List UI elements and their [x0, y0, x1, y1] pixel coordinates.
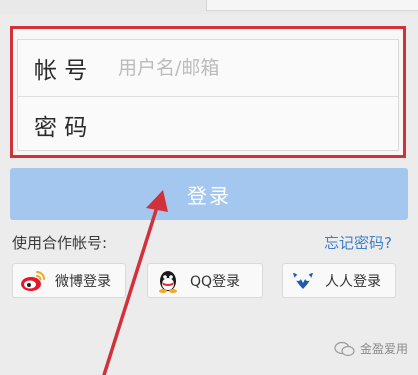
account-row: 帐 号: [18, 40, 398, 97]
renren-login-button[interactable]: 人人登录: [282, 263, 396, 298]
account-label: 帐 号: [18, 51, 114, 85]
password-label: 密 码: [18, 108, 114, 142]
qq-icon: [154, 267, 182, 295]
top-strip: [0, 0, 418, 14]
forgot-password-link[interactable]: 忘记密码?: [324, 232, 392, 253]
login-button[interactable]: 登录: [10, 168, 408, 220]
password-label-text: 密 码: [34, 115, 88, 141]
top-strip-card: [206, 0, 418, 11]
renren-icon: [289, 267, 317, 295]
account-label-text: 帐 号: [34, 58, 88, 84]
watermark: 金盈爱用: [334, 340, 408, 357]
login-page: 帐 号 密 码 登录 使用合作帐号: 忘记密码?: [0, 0, 418, 375]
login-button-label: 登录: [187, 183, 231, 208]
qq-login-label: QQ登录: [190, 273, 241, 290]
weibo-login-button[interactable]: 微博登录: [12, 263, 126, 298]
password-input[interactable]: [114, 105, 398, 145]
watermark-text: 金盈爱用: [359, 342, 408, 356]
partner-account-label: 使用合作帐号:: [12, 234, 108, 252]
qq-login-button[interactable]: QQ登录: [147, 263, 263, 298]
login-form-highlight: 帐 号 密 码: [10, 26, 406, 158]
weibo-login-label: 微博登录: [55, 273, 111, 290]
renren-login-label: 人人登录: [325, 273, 381, 290]
password-row: 密 码: [18, 97, 398, 153]
wechat-icon: [334, 341, 356, 357]
login-form: 帐 号 密 码: [17, 39, 399, 151]
account-input[interactable]: [114, 48, 398, 88]
weibo-icon: [19, 267, 47, 295]
